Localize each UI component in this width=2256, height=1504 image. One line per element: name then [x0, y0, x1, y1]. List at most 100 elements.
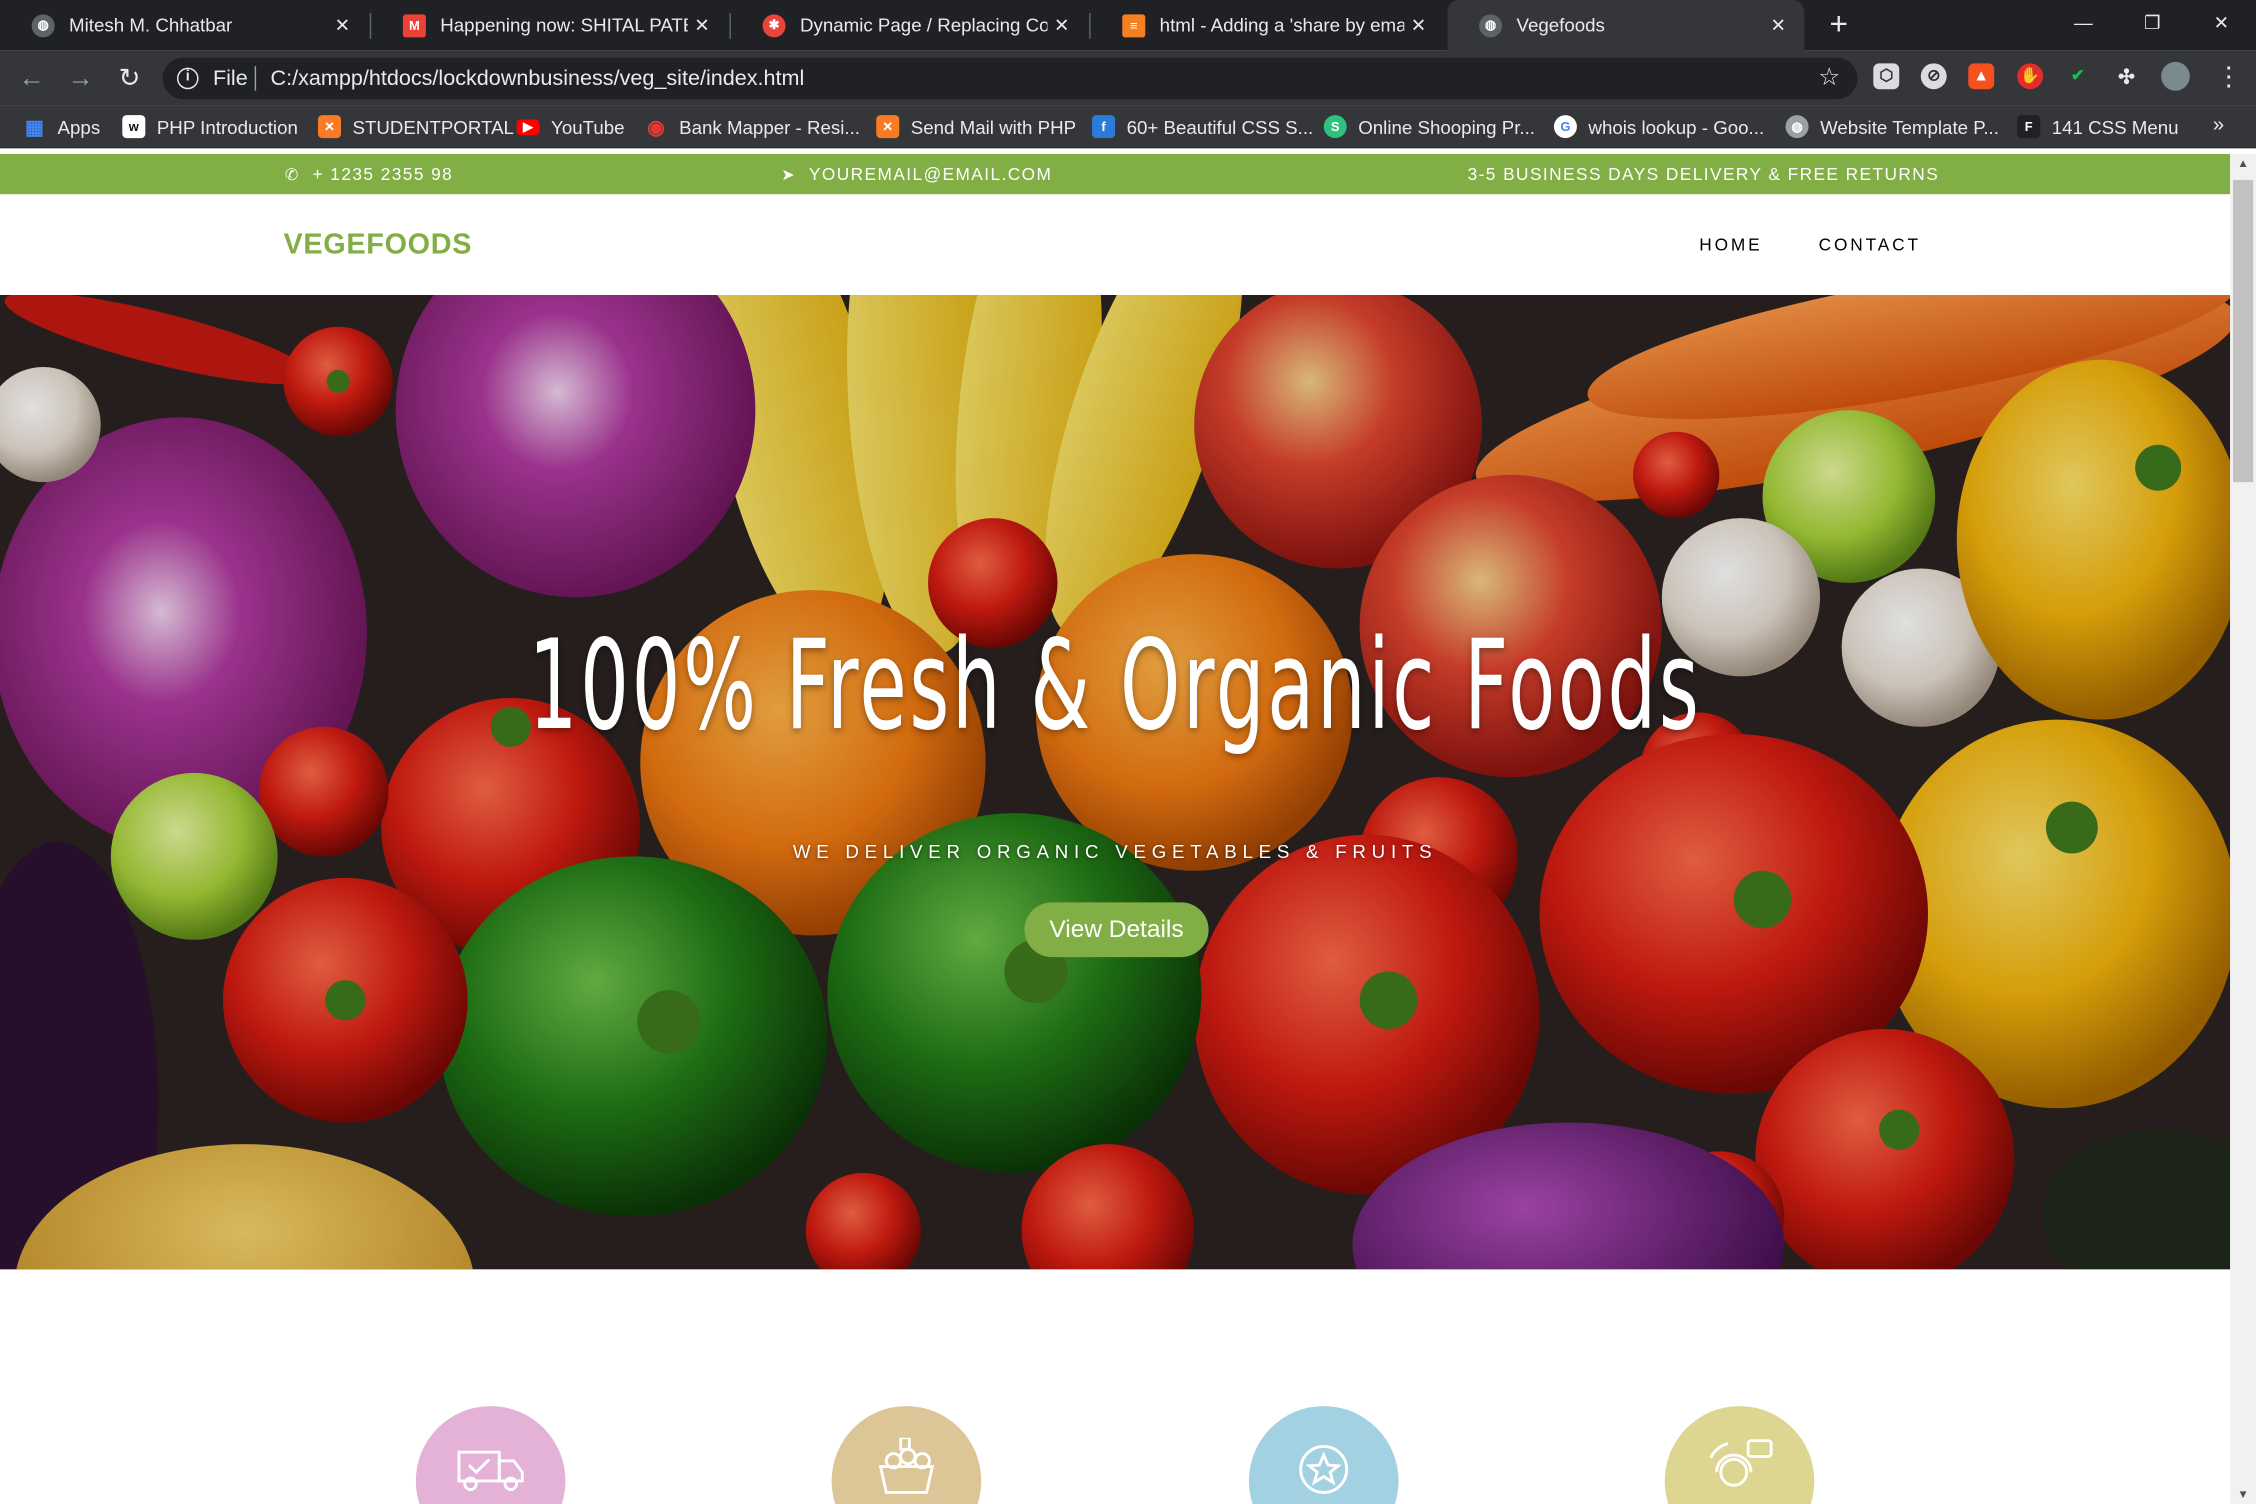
back-arrow-icon[interactable]: ←: [17, 63, 46, 92]
bookmarks-bar: ▦ Apps w PHP Introduction ✕ STUDENTPORTA…: [0, 105, 2256, 149]
bookmark-label: 60+ Beautiful CSS S...: [1126, 115, 1314, 138]
bookmark-label: STUDENTPORTAL: [352, 115, 514, 138]
browser-tab-active[interactable]: ◍ Vegefoods ✕: [1447, 0, 1805, 51]
phone-text: + 1235 2355 98: [312, 164, 454, 185]
xampp-icon: ✕: [317, 115, 341, 139]
info-icon[interactable]: i: [176, 67, 199, 90]
service-quality: [1248, 1406, 1399, 1504]
bookmark-label: Send Mail with PHP: [910, 115, 1077, 138]
services-section: [0, 1269, 2231, 1504]
extension-compass-icon[interactable]: ⊘: [1920, 63, 1947, 90]
bookmark-label: 141 CSS Menu: [2051, 115, 2179, 138]
bookmark-item[interactable]: ▶ YouTube: [516, 114, 625, 140]
globe-icon: ◍: [1785, 115, 1809, 139]
bookmark-label: Apps: [57, 115, 101, 138]
tab-title: Vegefoods: [1516, 14, 1605, 36]
scroll-down-arrow-icon[interactable]: ▼: [2236, 1488, 2250, 1501]
address-scheme-label: File: [212, 66, 248, 91]
extension-check-icon[interactable]: ✔: [2065, 63, 2091, 89]
close-tab-icon[interactable]: ✕: [1404, 14, 1433, 37]
customer-support-icon: [1709, 1439, 1773, 1487]
scroll-up-arrow-icon[interactable]: ▲: [2236, 157, 2250, 170]
extension-rocket-icon[interactable]: ▲: [1968, 63, 1995, 90]
globe-icon: ◍: [1479, 13, 1503, 37]
f-letter-icon: F: [2017, 115, 2041, 139]
quality-badge-icon: [1299, 1444, 1349, 1494]
bookmark-label: Bank Mapper - Resi...: [679, 115, 860, 138]
delivery-text: 3-5 BUSINESS DAYS DELIVERY & FREE RETURN…: [1467, 164, 1940, 185]
close-tab-icon[interactable]: ✕: [1764, 14, 1793, 37]
nav-home-link[interactable]: HOME: [1699, 235, 1762, 255]
view-details-button[interactable]: View Details: [1024, 902, 1209, 958]
bankmapper-icon: ◉: [647, 114, 665, 138]
topbar-delivery: 3-5 BUSINESS DAYS DELIVERY & FREE RETURN…: [1468, 164, 1940, 184]
extension-adblock-icon[interactable]: ✋: [2017, 63, 2044, 90]
extensions-puzzle-icon[interactable]: ✣: [2114, 63, 2140, 89]
delivery-truck-icon: [457, 1450, 524, 1492]
close-window-button[interactable]: ✕: [2193, 0, 2251, 50]
bookmark-label: Website Template P...: [1820, 115, 1999, 138]
bookmark-item[interactable]: ✕ STUDENTPORTAL: [317, 114, 514, 140]
codepen-icon: ✱: [762, 13, 786, 37]
topbar-email: ➤ YOUREMAIL@EMAIL.COM: [781, 164, 1052, 184]
new-tab-button[interactable]: +: [1824, 6, 1853, 43]
bookmark-label: YouTube: [551, 115, 625, 138]
close-tab-icon[interactable]: ✕: [328, 14, 357, 37]
address-url[interactable]: C:/xampp/htdocs/lockdownbusiness/veg_sit…: [270, 66, 804, 90]
hero-section: 100% Fresh & Organic Foods WE DELIVER OR…: [0, 295, 2231, 1270]
browser-tab[interactable]: ≡ html - Adding a 'share by email' l ✕: [1091, 0, 1445, 50]
address-bar[interactable]: i File C:/xampp/htdocs/lockdownbusiness/…: [162, 57, 1858, 100]
bookmark-label: Online Shooping Pr...: [1358, 115, 1535, 138]
w3schools-icon: w: [122, 115, 146, 139]
service-support: [1664, 1406, 1815, 1504]
phone-icon: ✆: [284, 166, 300, 184]
browser-tab[interactable]: ◍ Mitesh M. Chhatbar ✕: [0, 0, 368, 50]
tab-title: Dynamic Page / Replacing Conte: [799, 14, 1048, 36]
scrollbar-thumb[interactable]: [2233, 179, 2254, 483]
stackoverflow-icon: ≡: [1122, 13, 1146, 37]
tab-title: html - Adding a 'share by email' l: [1159, 14, 1405, 36]
bookmark-item[interactable]: w PHP Introduction: [122, 114, 298, 140]
apps-grid-icon: ▦: [24, 114, 45, 138]
reload-icon[interactable]: ↻: [115, 63, 144, 92]
close-tab-icon[interactable]: ✕: [688, 14, 717, 37]
bookmarks-overflow-button[interactable]: »: [2213, 112, 2224, 135]
bookmark-star-icon[interactable]: ☆: [1818, 63, 1840, 92]
bookmark-item[interactable]: ◍ Website Template P...: [1785, 114, 1999, 140]
browser-menu-icon[interactable]: ⋮: [2216, 62, 2242, 91]
extension-cube-icon[interactable]: ⬡: [1873, 63, 1900, 90]
close-tab-icon[interactable]: ✕: [1047, 14, 1076, 37]
bookmark-item[interactable]: F 141 CSS Menu: [2017, 114, 2179, 140]
sourcecodester-icon: S: [1323, 115, 1347, 139]
bookmark-item[interactable]: G whois lookup - Goo...: [1553, 114, 1764, 140]
browser-toolbar: ← → ↻ i File C:/xampp/htdocs/lockdownbus…: [0, 50, 2256, 106]
restore-button[interactable]: ❐: [2124, 0, 2182, 50]
profile-avatar[interactable]: [2161, 61, 2190, 91]
browser-tab[interactable]: ✱ Dynamic Page / Replacing Conte ✕: [731, 0, 1088, 50]
email-text: YOUREMAIL@EMAIL.COM: [808, 164, 1053, 185]
globe-icon: ◍: [31, 13, 55, 37]
site-navbar: VEGEFOODS HOME CONTACT: [0, 194, 2231, 296]
xampp-icon: ✕: [876, 115, 900, 139]
google-icon: G: [1553, 115, 1577, 139]
freefrontend-icon: f: [1092, 115, 1116, 139]
nav-contact-link[interactable]: CONTACT: [1819, 235, 1921, 255]
youtube-icon: ▶: [516, 118, 540, 135]
bookmark-item[interactable]: ✕ Send Mail with PHP: [876, 114, 1076, 140]
bookmark-apps[interactable]: ▦ Apps: [23, 114, 100, 140]
browser-tab[interactable]: M Happening now: SHITAL PATEL is ✕: [371, 0, 728, 50]
gmail-icon: M: [402, 13, 426, 37]
service-delivery: [415, 1406, 566, 1504]
page-scrollbar[interactable]: ▲ ▼: [2230, 153, 2256, 1504]
bookmark-item[interactable]: f 60+ Beautiful CSS S...: [1092, 114, 1313, 140]
paper-plane-icon: ➤: [781, 166, 796, 184]
tab-title: Happening now: SHITAL PATEL is: [440, 14, 687, 36]
tab-title: Mitesh M. Chhatbar: [69, 14, 233, 36]
site-topbar: ✆ + 1235 2355 98 ➤ YOUREMAIL@EMAIL.COM 3…: [0, 153, 2231, 195]
forward-arrow-icon[interactable]: →: [66, 63, 95, 92]
minimize-button[interactable]: —: [2055, 0, 2113, 50]
bookmark-item[interactable]: ◉ Bank Mapper - Resi...: [645, 114, 860, 140]
bookmark-item[interactable]: S Online Shooping Pr...: [1323, 114, 1535, 140]
site-logo[interactable]: VEGEFOODS: [283, 229, 472, 262]
topbar-phone: ✆ + 1235 2355 98: [285, 164, 453, 184]
